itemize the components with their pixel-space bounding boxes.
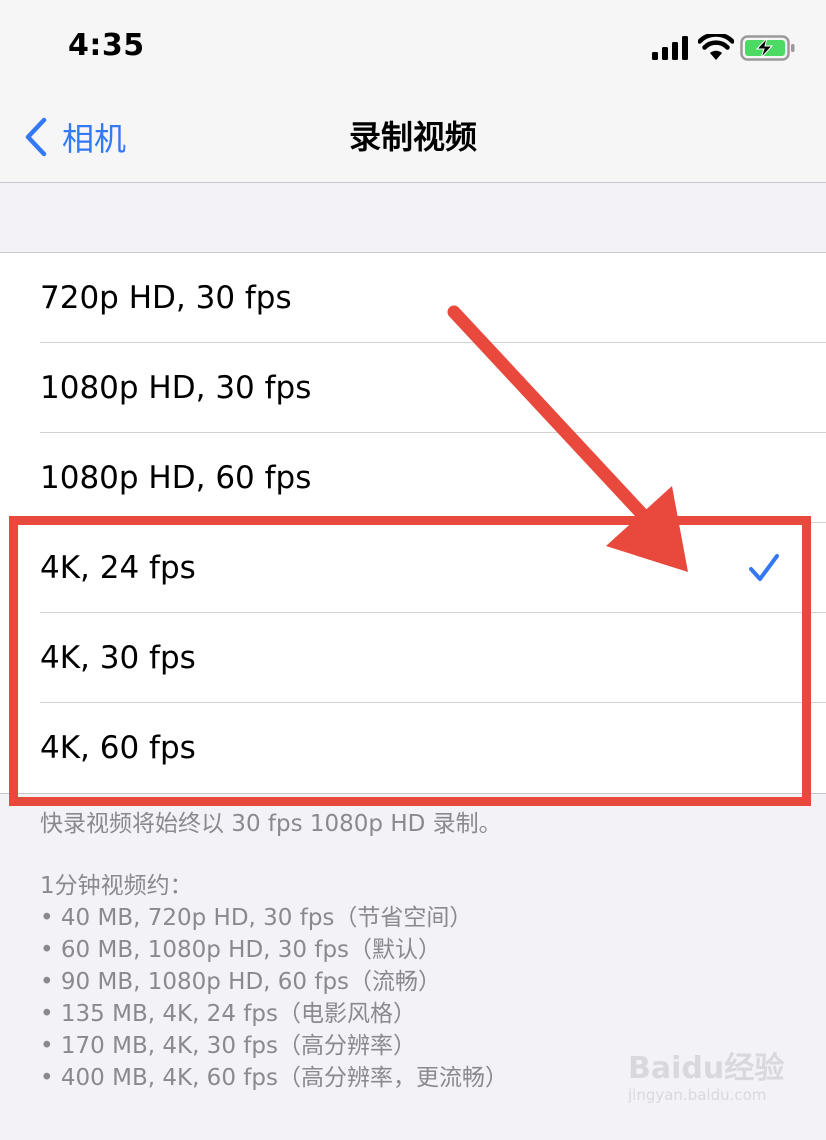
wifi-icon: [698, 34, 734, 60]
option-1080p-60[interactable]: 1080p HD, 60 fps: [0, 433, 826, 523]
cellular-signal-icon: [652, 36, 688, 60]
status-time: 4:35: [68, 28, 145, 63]
option-720p-30[interactable]: 720p HD, 30 fps: [0, 253, 826, 343]
status-bar: 4:35: [0, 0, 826, 92]
option-4k-30[interactable]: 4K, 30 fps: [0, 613, 826, 703]
footer-intro: 1分钟视频约：: [40, 873, 193, 899]
watermark-url: jingyan.baidu.com: [628, 1086, 767, 1104]
option-label: 4K, 60 fps: [40, 730, 196, 766]
checkmark-icon: [749, 554, 779, 581]
watermark-logo: Baidu经验: [628, 1051, 785, 1086]
list-item: 40 MB, 720p HD, 30 fps（节省空间）: [40, 902, 800, 934]
battery-charging-icon: [740, 35, 795, 61]
footer-note: 快录视频将始终以 30 fps 1080p HD 录制。: [40, 811, 502, 837]
option-label: 720p HD, 30 fps: [40, 280, 292, 316]
option-label: 1080p HD, 60 fps: [40, 460, 312, 496]
list-item: 60 MB, 1080p HD, 30 fps（默认）: [40, 934, 800, 966]
option-label: 4K, 24 fps: [40, 550, 196, 586]
watermark: Baidu经验 jingyan.baidu.com: [628, 1052, 808, 1122]
option-label: 1080p HD, 30 fps: [40, 370, 312, 406]
navigation-bar: 相机 录制视频: [0, 92, 826, 183]
option-1080p-30[interactable]: 1080p HD, 30 fps: [0, 343, 826, 433]
list-item: 135 MB, 4K, 24 fps（电影风格）: [40, 998, 800, 1030]
list-item: 90 MB, 1080p HD, 60 fps（流畅）: [40, 966, 800, 998]
option-label: 4K, 30 fps: [40, 640, 196, 676]
option-4k-24[interactable]: 4K, 24 fps: [0, 523, 826, 613]
option-4k-60[interactable]: 4K, 60 fps: [0, 703, 826, 793]
page-title: 录制视频: [348, 118, 477, 156]
video-format-list: 720p HD, 30 fps 1080p HD, 30 fps 1080p H…: [0, 252, 826, 794]
